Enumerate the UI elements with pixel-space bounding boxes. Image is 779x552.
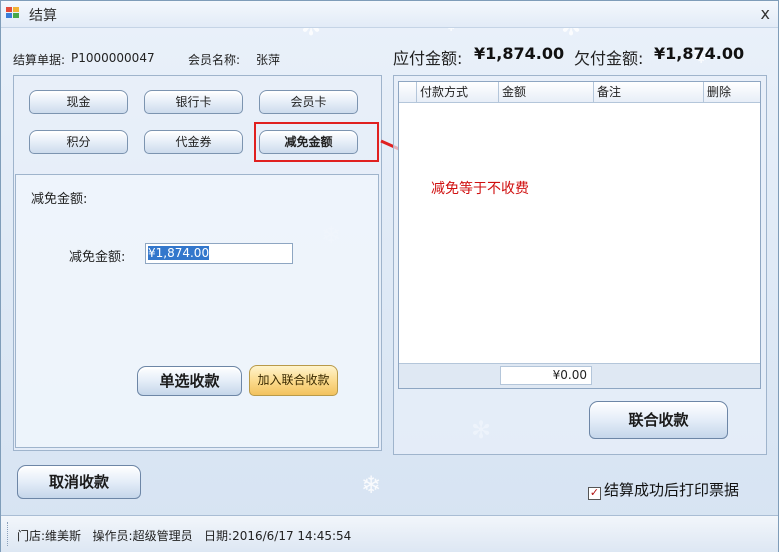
grid-header: 付款方式 金额 备注 删除: [399, 82, 760, 103]
discount-amount-input[interactable]: ¥1,874.00: [145, 243, 293, 264]
points-button[interactable]: 积分: [29, 130, 128, 154]
column-delete[interactable]: 删除: [704, 82, 760, 102]
annotation-text: 减免等于不收费: [431, 181, 529, 197]
operator-name: 超级管理员: [132, 529, 193, 543]
member-label: 会员名称:: [188, 53, 241, 67]
print-receipt-checkbox[interactable]: ✓: [588, 487, 601, 500]
member-name: 张萍: [256, 53, 281, 67]
column-note[interactable]: 备注: [594, 82, 704, 102]
due-amount-label: 应付金额:: [393, 49, 463, 68]
grid-row-header: [399, 82, 417, 102]
operator-label: 操作员:: [92, 529, 133, 543]
owed-amount-value: ¥1,874.00: [654, 44, 745, 63]
payment-grid[interactable]: 付款方式 金额 备注 删除 ¥0.00: [398, 81, 761, 389]
bank-card-button[interactable]: 银行卡: [144, 90, 243, 114]
discount-amount-value: ¥1,874.00: [148, 246, 210, 260]
snowflake-icon: ❄: [361, 471, 382, 499]
grid-total-amount: ¥0.00: [500, 366, 592, 385]
bill-label: 结算单据:: [13, 53, 66, 67]
date-value: 2016/6/17 14:45:54: [232, 529, 352, 543]
store-name: 维美斯: [45, 529, 82, 543]
cash-button[interactable]: 现金: [29, 90, 128, 114]
close-icon[interactable]: x: [761, 4, 770, 23]
app-icon: [6, 7, 19, 18]
status-text: 门店:维美斯 操作员:超级管理员 日期:2016/6/17 14:45:54: [17, 527, 351, 544]
voucher-button[interactable]: 代金券: [144, 130, 243, 154]
discount-subpanel: [15, 174, 379, 448]
due-amount-value: ¥1,874.00: [474, 44, 565, 63]
grid-footer: ¥0.00: [399, 363, 760, 388]
print-receipt-label: 结算成功后打印票据: [604, 481, 740, 499]
cancel-pay-button[interactable]: 取消收款: [17, 465, 141, 499]
combined-pay-button[interactable]: 联合收款: [589, 401, 728, 439]
status-bar: 门店:维美斯 操作员:超级管理员 日期:2016/6/17 14:45:54: [1, 515, 778, 552]
title-bar: 结算 x: [1, 1, 778, 28]
highlight-box: [254, 122, 379, 162]
store-label: 门店:: [17, 529, 46, 543]
checkout-window: ✻ ❄ ✻ ❄ ❄ ✻ ❄ ✻ 结算 x 结算单据: P1000000047 会…: [0, 0, 779, 552]
owed-amount-label: 欠付金额:: [574, 49, 644, 68]
member-card-button[interactable]: 会员卡: [259, 90, 358, 114]
date-label: 日期:: [204, 529, 233, 543]
status-grip: [7, 522, 11, 546]
add-combined-pay-button[interactable]: 加入联合收款: [249, 365, 338, 396]
window-title: 结算: [29, 8, 57, 24]
bill-number: P1000000047: [71, 51, 155, 65]
discount-field-label: 减免金额:: [69, 250, 126, 265]
column-payment-method[interactable]: 付款方式: [417, 82, 499, 102]
column-amount[interactable]: 金额: [499, 82, 594, 102]
discount-section-title: 减免金额:: [31, 192, 88, 207]
single-pay-button[interactable]: 单选收款: [137, 366, 242, 396]
print-receipt-option[interactable]: ✓ 结算成功后打印票据: [588, 479, 739, 500]
